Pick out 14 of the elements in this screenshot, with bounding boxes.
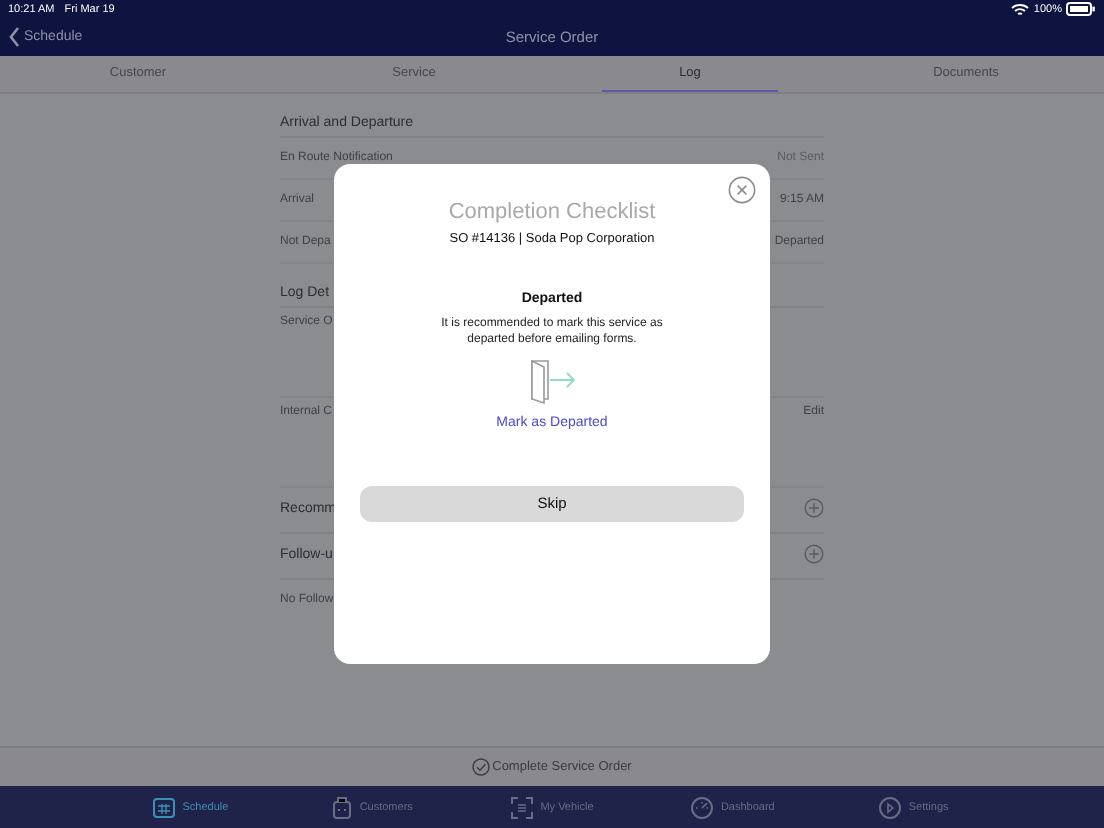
- door-exit-icon: [528, 358, 576, 406]
- scan-frame-icon: [510, 795, 535, 819]
- calendar-icon: [152, 795, 177, 819]
- add-icon[interactable]: [804, 498, 824, 518]
- modal-title: Completion Checklist: [448, 200, 656, 224]
- add-icon[interactable]: [804, 544, 824, 564]
- gauge-icon: [690, 795, 715, 819]
- check-circle-icon: [472, 758, 491, 776]
- briefcase-icon: [329, 795, 354, 819]
- battery-icon: [1066, 2, 1096, 16]
- close-icon[interactable]: [728, 176, 756, 204]
- play-circle-icon: [878, 795, 903, 819]
- wifi-icon: [1009, 2, 1030, 16]
- back-chevron-icon: [8, 26, 20, 48]
